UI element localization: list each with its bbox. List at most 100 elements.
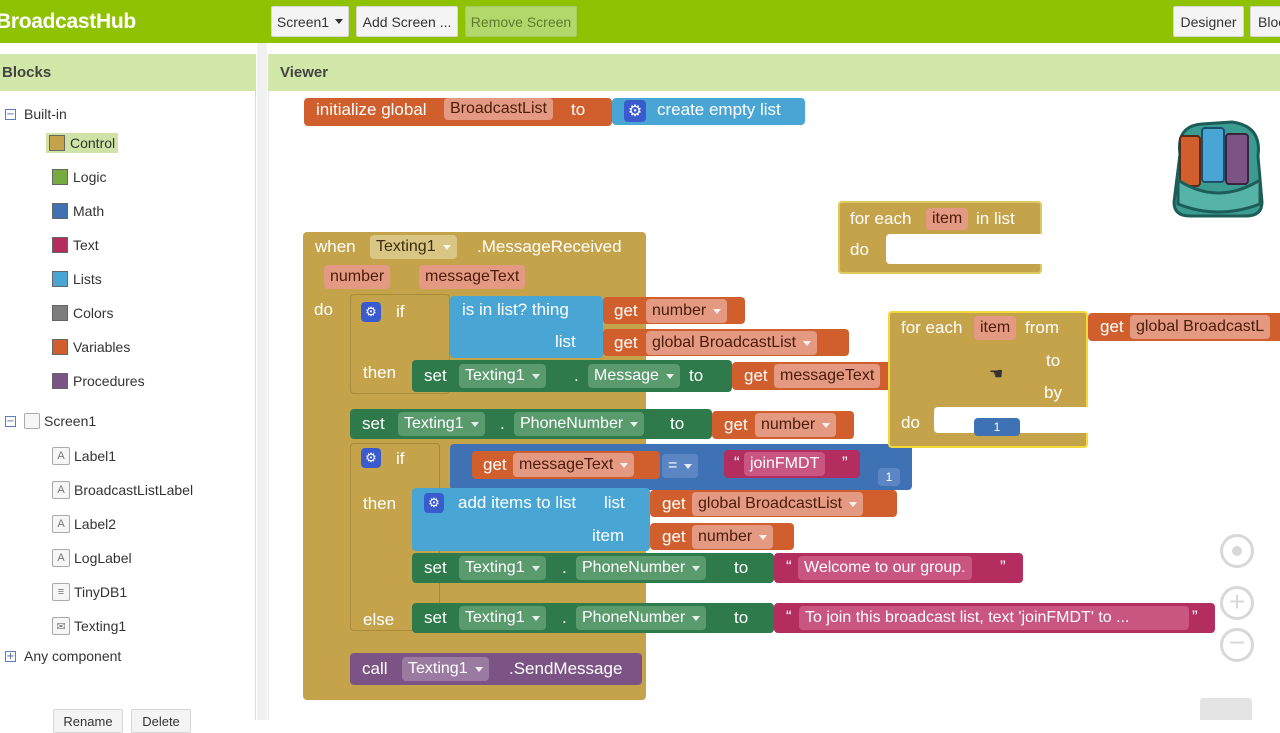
zoom-out-button[interactable]: − bbox=[1220, 628, 1254, 662]
gear-icon[interactable]: ⚙ bbox=[361, 448, 381, 468]
event-component-dropdown[interactable]: Texting1 bbox=[370, 235, 457, 259]
create-empty-list-block[interactable]: ⚙ create empty list bbox=[612, 98, 805, 125]
expand-icon[interactable]: + bbox=[5, 650, 16, 662]
component-dropdown[interactable]: Texting1 bbox=[459, 364, 546, 388]
component-dropdown[interactable]: Texting1 bbox=[398, 412, 485, 436]
remove-screen-button[interactable]: Remove Screen bbox=[465, 6, 577, 37]
component-label: LogLabel bbox=[74, 550, 132, 566]
component-dropdown[interactable]: Texting1 bbox=[459, 606, 546, 630]
param-messagetext[interactable]: messageText bbox=[419, 265, 526, 289]
tree-builtin[interactable]: − Built-in bbox=[5, 106, 67, 122]
var-dropdown[interactable]: number bbox=[755, 413, 837, 437]
component-dropdown[interactable]: Texting1 bbox=[459, 556, 546, 580]
blocks-button[interactable]: Blocks bbox=[1250, 6, 1280, 37]
foreach-var-field[interactable]: item bbox=[974, 316, 1017, 340]
component-texting1[interactable]: ✉ Texting1 bbox=[52, 617, 126, 635]
text-instructions-block[interactable]: “ To join this broadcast list, text 'joi… bbox=[774, 603, 1215, 633]
get-global-list-block-2[interactable]: get global BroadcastList bbox=[650, 490, 897, 517]
get-messagetext-block[interactable]: get messageText bbox=[732, 362, 892, 390]
component-loglabel[interactable]: A LogLabel bbox=[52, 549, 132, 567]
property-dropdown[interactable]: Message bbox=[588, 364, 680, 388]
screen-select[interactable]: Screen1 bbox=[271, 6, 349, 37]
text-value[interactable]: To join this broadcast list, text 'joinF… bbox=[799, 606, 1189, 630]
property-dropdown[interactable]: PhoneNumber bbox=[576, 556, 707, 580]
gear-icon[interactable]: ⚙ bbox=[424, 493, 444, 513]
recenter-button[interactable] bbox=[1220, 534, 1254, 568]
event-when: when bbox=[315, 237, 356, 256]
block-category-lists[interactable]: Lists bbox=[52, 271, 102, 287]
initialize-global-block[interactable]: initialize global BroadcastList to bbox=[304, 98, 612, 126]
block-category-math[interactable]: Math bbox=[52, 203, 104, 219]
add-items-list: list bbox=[604, 493, 625, 512]
var-dropdown[interactable]: global BroadcastList bbox=[646, 331, 818, 355]
number-block[interactable]: 1 bbox=[974, 418, 1020, 436]
set-phonenumber-block-3[interactable]: set Texting1 . PhoneNumber to bbox=[412, 603, 774, 633]
delete-button[interactable]: Delete bbox=[131, 709, 191, 733]
component-dropdown[interactable]: Texting1 bbox=[402, 657, 489, 681]
for-each-in-list-block[interactable]: for each item in list do bbox=[838, 201, 1044, 274]
component-label1[interactable]: A Label1 bbox=[52, 447, 116, 465]
if2-else: else bbox=[363, 610, 395, 629]
is-in-list-block[interactable]: is in list? thing list bbox=[450, 296, 603, 358]
trash-icon[interactable] bbox=[1200, 698, 1252, 720]
open-quote: “ bbox=[786, 557, 792, 576]
panel-divider[interactable] bbox=[257, 43, 267, 720]
zoom-in-button[interactable]: + bbox=[1220, 586, 1254, 620]
set-phonenumber-block-2[interactable]: set Texting1 . PhoneNumber to bbox=[412, 553, 774, 583]
block-category-colors[interactable]: Colors bbox=[52, 305, 113, 321]
property-label: Message bbox=[594, 367, 659, 384]
var-global-list: global BroadcastList bbox=[698, 495, 843, 512]
rename-button[interactable]: Rename bbox=[53, 709, 123, 733]
text-value[interactable]: joinFMDT bbox=[744, 452, 826, 476]
gear-icon[interactable]: ⚙ bbox=[624, 100, 646, 122]
foreach-var-field[interactable]: item bbox=[926, 208, 969, 230]
var-dropdown[interactable]: global BroadcastList bbox=[692, 492, 864, 516]
collapse-icon[interactable]: − bbox=[5, 415, 16, 427]
component-broadcastlistlabel[interactable]: A BroadcastListLabel bbox=[52, 481, 193, 499]
call-sendmessage-block[interactable]: call Texting1 .SendMessage bbox=[350, 653, 642, 685]
component-tinydb1[interactable]: ≡ TinyDB1 bbox=[52, 583, 127, 601]
tree-any-component-label: Any component bbox=[24, 648, 122, 664]
tree-screen1[interactable]: − Screen1 bbox=[5, 413, 96, 429]
var-dropdown[interactable]: number bbox=[692, 525, 774, 549]
get-messagetext-block-2[interactable]: get messageText bbox=[472, 451, 660, 479]
var-dropdown[interactable]: messageText bbox=[513, 453, 635, 477]
chevron-down-icon bbox=[822, 422, 831, 428]
set-message-block[interactable]: set Texting1 . Message to bbox=[412, 360, 732, 392]
backpack-icon[interactable] bbox=[1162, 116, 1274, 220]
block-category-text[interactable]: Text bbox=[52, 237, 99, 253]
for-each-range-block[interactable]: for each item from to by do 1 bbox=[888, 311, 1088, 448]
set-phonenumber-block-1[interactable]: set Texting1 . PhoneNumber to bbox=[350, 409, 712, 439]
designer-button[interactable]: Designer bbox=[1173, 6, 1244, 37]
get-number-block[interactable]: get number bbox=[603, 297, 745, 324]
block-category-logic[interactable]: Logic bbox=[52, 169, 106, 185]
block-category-control[interactable]: Control bbox=[46, 133, 119, 153]
property-dropdown[interactable]: PhoneNumber bbox=[514, 412, 645, 436]
get-global-list-block-3[interactable]: get global BroadcastL bbox=[1088, 313, 1280, 341]
add-items-to-list-block[interactable]: ⚙ add items to list list item bbox=[412, 488, 650, 551]
blocks-workspace[interactable]: initialize global BroadcastList to ⚙ cre… bbox=[276, 98, 1280, 720]
block-category-procedures[interactable]: Procedures bbox=[52, 373, 145, 389]
text-joinfmdt-block[interactable]: “ joinFMDT ” bbox=[724, 450, 860, 478]
component-label2[interactable]: A Label2 bbox=[52, 515, 116, 533]
text-value[interactable]: Welcome to our group. bbox=[798, 556, 972, 580]
gear-icon[interactable]: ⚙ bbox=[361, 302, 381, 322]
text-welcome-block[interactable]: “ Welcome to our group. ” bbox=[774, 553, 1023, 583]
get-number-block-2[interactable]: get number bbox=[712, 411, 854, 439]
operator-dropdown[interactable]: = bbox=[662, 454, 699, 478]
foreach-to: to bbox=[1046, 351, 1061, 370]
property-dropdown[interactable]: PhoneNumber bbox=[576, 606, 707, 630]
var-messagetext[interactable]: messageText bbox=[774, 364, 881, 388]
get-label: get bbox=[744, 366, 768, 385]
var-global-list[interactable]: global BroadcastL bbox=[1130, 315, 1271, 339]
collapse-icon[interactable]: − bbox=[5, 108, 16, 120]
add-screen-button[interactable]: Add Screen ... bbox=[356, 6, 458, 37]
chevron-down-icon bbox=[692, 615, 701, 621]
param-number[interactable]: number bbox=[324, 265, 391, 289]
global-name-field[interactable]: BroadcastList bbox=[444, 98, 553, 120]
get-number-block-3[interactable]: get number bbox=[650, 523, 794, 550]
tree-any-component[interactable]: + Any component bbox=[5, 648, 121, 664]
block-category-variables[interactable]: Variables bbox=[52, 339, 130, 355]
get-global-list-block[interactable]: get global BroadcastList bbox=[603, 329, 849, 356]
var-dropdown[interactable]: number bbox=[646, 299, 728, 323]
